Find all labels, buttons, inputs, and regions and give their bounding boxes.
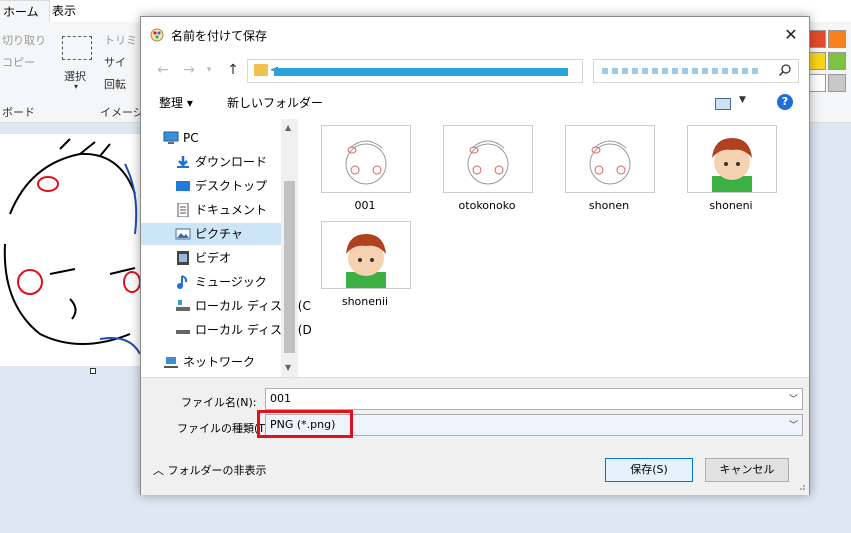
file-item[interactable]: shonenii <box>311 221 411 311</box>
file-thumbnail <box>687 125 777 193</box>
dialog-title: 名前を付けて保存 <box>171 29 268 43</box>
save-as-dialog: 名前を付けて保存 ✕ ← → ▾ ↑ < 整理 ▾ 新しいフォルダー ▼ ? P… <box>140 16 810 495</box>
organize-button[interactable]: 整理 ▾ <box>159 94 193 111</box>
video-icon <box>177 251 189 265</box>
redacted-search-text <box>602 68 762 74</box>
pc-icon <box>163 131 179 144</box>
save-button[interactable]: 保存(S) <box>605 458 693 482</box>
file-item[interactable]: otokonoko <box>433 125 533 215</box>
pictures-icon <box>175 228 191 240</box>
file-thumbnail <box>321 125 411 193</box>
sketch-drawing <box>3 138 141 355</box>
nav-item-local-disk-c[interactable]: ローカル ディスク (C <box>153 295 311 317</box>
document-icon <box>177 203 189 217</box>
paint-app-icon <box>150 28 164 42</box>
filename-input[interactable]: 001 ﹀ <box>265 388 803 410</box>
dialog-toolbar: 整理 ▾ 新しいフォルダー ▼ ? <box>141 87 809 117</box>
filename-label: ファイル名(N): <box>181 396 257 409</box>
forward-arrow-icon[interactable]: → <box>179 59 199 81</box>
nav-item-downloads[interactable]: ダウンロード <box>153 151 293 173</box>
file-item[interactable]: shonen <box>555 125 655 215</box>
file-thumbnail <box>321 221 411 289</box>
crop-button[interactable]: トリミ <box>104 32 137 48</box>
dialog-titlebar[interactable]: 名前を付けて保存 ✕ <box>141 17 809 53</box>
select-icon <box>62 36 92 60</box>
cancel-button[interactable]: キャンセル <box>705 458 789 482</box>
back-arrow-icon[interactable]: ← <box>153 59 173 81</box>
file-name: otokonoko <box>458 199 516 212</box>
scroll-down-icon[interactable]: ▼ <box>285 363 291 372</box>
tab-view[interactable]: 表示 <box>42 0 86 22</box>
nav-item-network[interactable]: ネットワーク <box>141 351 281 373</box>
copy-button[interactable]: コピー <box>2 54 35 70</box>
file-name: shoneni <box>709 199 753 212</box>
view-mode-icon[interactable] <box>715 98 731 110</box>
highlight-annotation <box>257 410 353 438</box>
file-name: 001 <box>354 199 376 212</box>
select-dropdown-icon[interactable]: ▾ <box>74 82 78 91</box>
file-name: shonen <box>588 199 630 212</box>
file-name: shonenii <box>341 295 389 308</box>
scroll-up-icon[interactable]: ▲ <box>285 123 291 132</box>
file-item[interactable]: 001 <box>311 125 411 215</box>
close-button[interactable]: ✕ <box>779 23 803 47</box>
nav-item-pictures[interactable]: ピクチャ <box>141 223 281 245</box>
search-input[interactable] <box>593 59 799 83</box>
view-dropdown-icon[interactable]: ▼ <box>739 95 746 105</box>
file-thumbnail <box>443 125 533 193</box>
recent-dropdown-icon[interactable]: ▾ <box>199 59 219 81</box>
color-swatch[interactable] <box>828 30 846 48</box>
up-arrow-icon[interactable]: ↑ <box>223 59 243 81</box>
nav-item-local-disk-d[interactable]: ローカル ディスク (D <box>153 319 312 341</box>
color-swatch[interactable] <box>808 30 826 48</box>
file-thumbnail <box>565 125 655 193</box>
rotate-button[interactable]: 回転 <box>104 76 126 92</box>
address-bar[interactable]: < <box>247 59 583 83</box>
color-swatch[interactable] <box>808 74 826 92</box>
chevron-up-icon: ︿ <box>153 464 168 477</box>
nav-item-desktop[interactable]: デスクトップ <box>153 175 293 197</box>
chevron-down-icon[interactable]: ﹀ <box>789 392 798 405</box>
resize-grip-icon[interactable] <box>797 482 805 490</box>
resize-button[interactable]: サイ <box>104 54 126 70</box>
canvas-resize-handle[interactable] <box>90 368 96 374</box>
clipboard-group-label: ボード <box>2 106 35 119</box>
folder-icon <box>254 64 268 76</box>
navigation-scrollbar[interactable]: ▲ ▼ <box>281 119 298 377</box>
color-swatch[interactable] <box>828 52 846 70</box>
redacted-path <box>274 68 568 76</box>
drive-icon <box>176 300 190 311</box>
music-icon <box>177 275 188 289</box>
chevron-down-icon[interactable]: ﹀ <box>789 418 798 431</box>
search-icon[interactable] <box>778 63 792 77</box>
color-swatch[interactable] <box>828 74 846 92</box>
nav-item-videos[interactable]: ビデオ <box>153 247 293 269</box>
desktop-icon <box>176 181 190 191</box>
download-icon <box>177 156 189 168</box>
color-swatch[interactable] <box>808 52 826 70</box>
navigation-pane: PC ダウンロード デスクトップ ドキュメント ピクチャ ビデオ ミュージック <box>141 119 312 377</box>
scrollbar-thumb[interactable] <box>284 181 295 353</box>
help-icon[interactable]: ? <box>777 94 793 110</box>
paint-canvas[interactable] <box>0 134 141 366</box>
file-item[interactable]: shoneni <box>677 125 777 215</box>
image-group-label: イメージ <box>100 106 144 119</box>
cut-button[interactable]: 切り取り <box>2 32 46 48</box>
nav-item-music[interactable]: ミュージック <box>153 271 293 293</box>
network-icon <box>164 357 178 368</box>
nav-item-pc[interactable]: PC <box>141 127 281 149</box>
nav-item-documents[interactable]: ドキュメント <box>153 199 293 221</box>
hide-folders-toggle[interactable]: ︿ フォルダーの非表示 <box>153 462 267 478</box>
drive-icon <box>176 330 190 334</box>
file-list: 001 otokonoko shonen shoneni shonenii <box>311 125 801 375</box>
new-folder-button[interactable]: 新しいフォルダー <box>227 94 323 111</box>
